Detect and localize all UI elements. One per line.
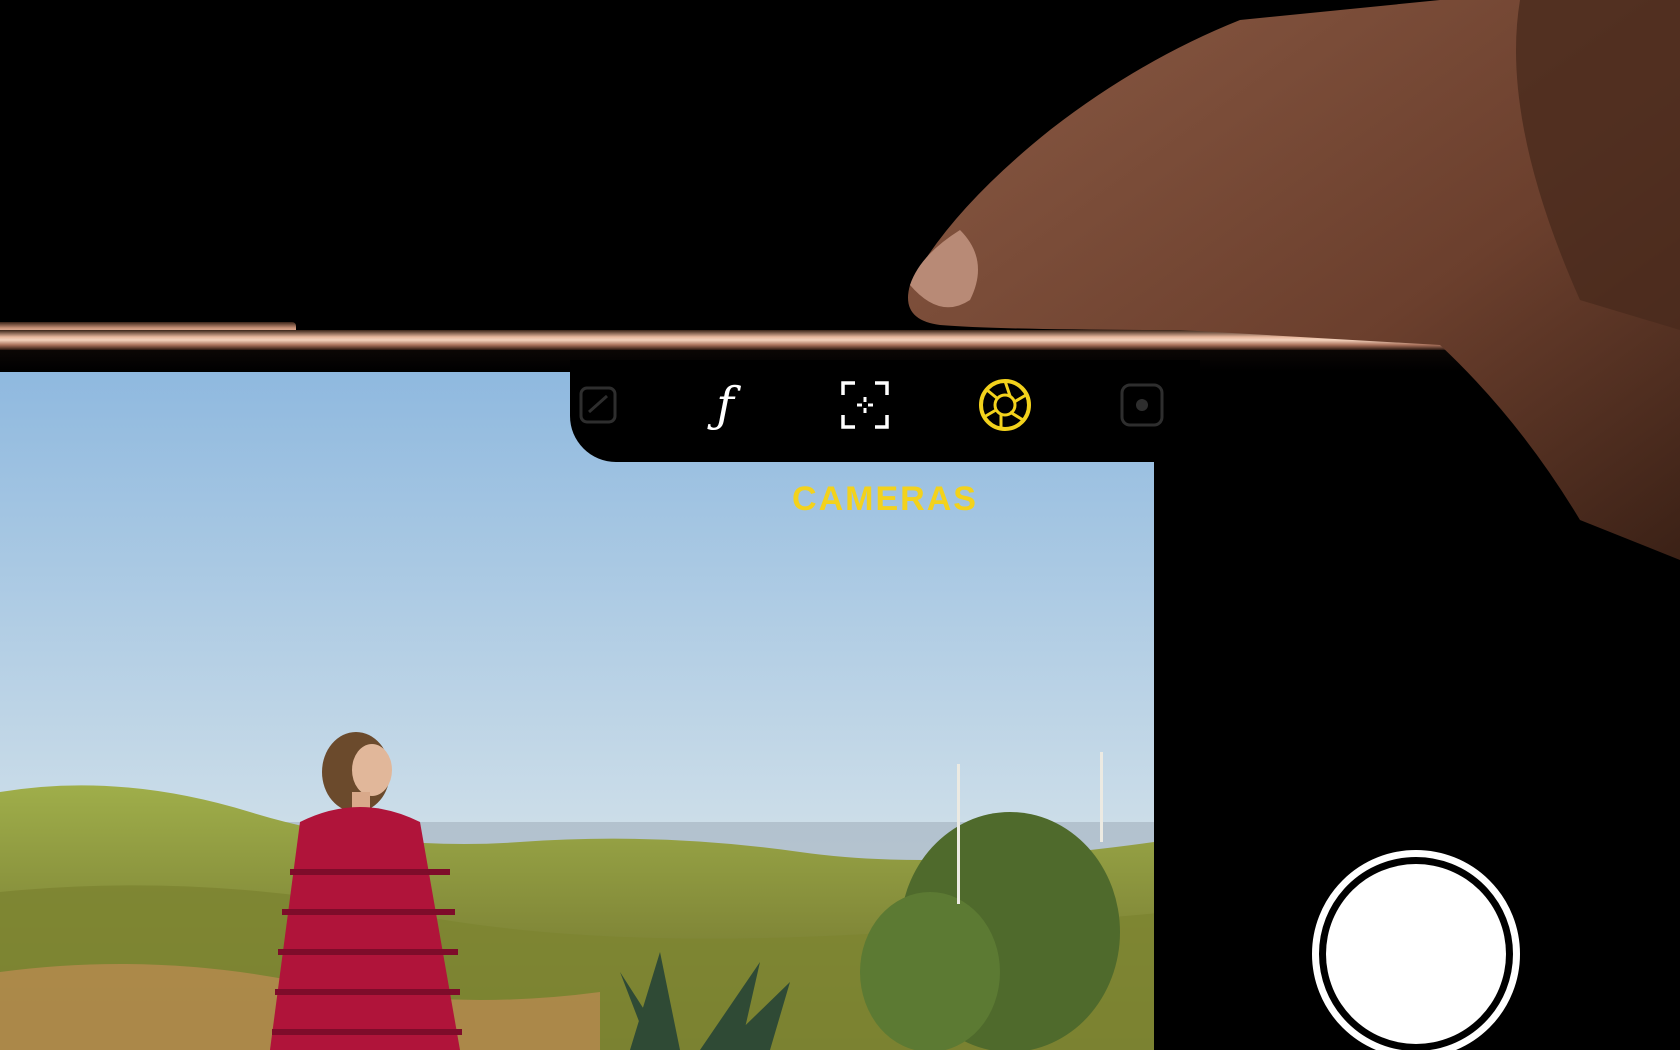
shutter-button-inner <box>1326 864 1506 1044</box>
shutter-button[interactable] <box>1312 850 1520 1050</box>
person-face <box>352 744 392 796</box>
tree-right-small <box>860 892 1000 1050</box>
aperture-f-label: ƒ <box>716 377 734 433</box>
pole <box>957 764 960 904</box>
camera-control-scene: ƒ CAMERAS <box>0 0 1680 1050</box>
aperture-f-icon[interactable]: ƒ <box>695 375 755 435</box>
pole <box>1100 752 1103 842</box>
exposure-icon[interactable] <box>568 375 628 435</box>
hand-finger <box>908 0 1680 560</box>
